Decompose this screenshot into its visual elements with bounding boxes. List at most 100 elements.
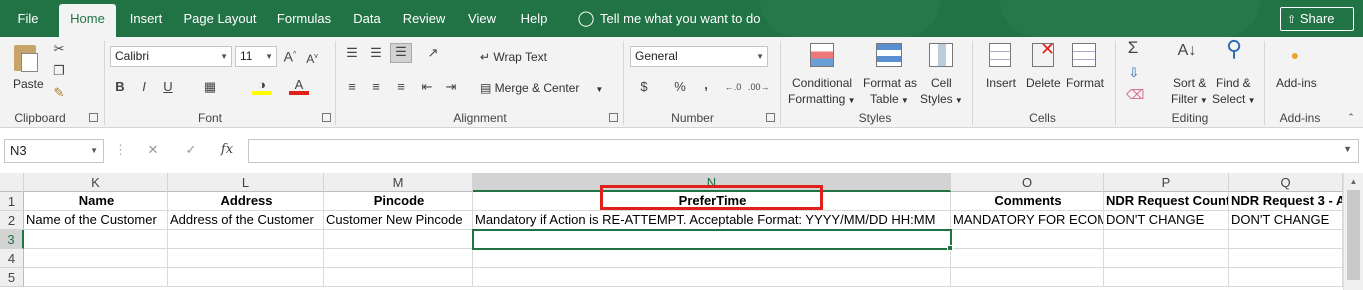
enter-check-icon[interactable]: ✓ <box>182 142 200 158</box>
find-select-label-1[interactable]: Find & <box>1216 76 1251 90</box>
cell-o2[interactable]: MANDATORY FOR ECOM <box>951 211 1104 230</box>
decrease-decimal-icon[interactable]: .00→ <box>748 79 770 95</box>
wrap-text-button[interactable]: ↵ Wrap Text <box>480 50 547 64</box>
share-button[interactable]: ⇧ Share <box>1280 7 1354 31</box>
cell-styles-label-1[interactable]: Cell <box>931 76 952 90</box>
format-cells-icon[interactable] <box>1070 41 1100 71</box>
tab-page-layout[interactable]: Page Layout <box>180 0 260 37</box>
conditional-formatting-icon[interactable] <box>808 41 838 71</box>
tab-file[interactable]: File <box>8 0 48 37</box>
find-select-label-2[interactable]: Select ▼ <box>1212 92 1256 106</box>
cell-n4[interactable] <box>473 249 951 268</box>
borders-icon[interactable]: ▦ <box>200 79 220 95</box>
cell-p2[interactable]: DON'T CHANGE <box>1104 211 1229 230</box>
cell-m1[interactable]: Pincode <box>324 192 473 211</box>
sort-filter-label-1[interactable]: Sort & <box>1173 76 1206 90</box>
align-left-icon[interactable]: ≡ <box>343 79 361 95</box>
number-format-select[interactable]: General ▼ <box>630 46 768 67</box>
column-header-q[interactable]: Q <box>1229 173 1343 192</box>
tab-review[interactable]: Review <box>398 0 450 37</box>
paste-button[interactable]: Paste <box>13 77 44 91</box>
add-ins-icon[interactable]: ● <box>1286 47 1304 63</box>
select-all-corner[interactable] <box>0 173 24 192</box>
cell-n2[interactable]: Mandatory if Action is RE-ATTEMPT. Accep… <box>473 211 951 230</box>
fill-icon[interactable]: ⇩ <box>1126 65 1142 81</box>
cell-k4[interactable] <box>24 249 168 268</box>
tab-help[interactable]: Help <box>514 0 554 37</box>
vertical-scrollbar[interactable]: ▲ <box>1343 173 1363 290</box>
format-button[interactable]: Format <box>1066 76 1104 90</box>
comma-button[interactable]: , <box>700 77 712 93</box>
row-header-3[interactable]: 3 <box>0 230 24 249</box>
font-name-select[interactable]: Calibri ▼ <box>110 46 232 67</box>
increase-decimal-icon[interactable]: ←.0 <box>724 79 742 95</box>
conditional-formatting-label-2[interactable]: Formatting ▼ <box>788 92 856 106</box>
delete-button[interactable]: Delete <box>1026 76 1061 90</box>
number-launcher-icon[interactable] <box>766 113 775 122</box>
align-middle-icon[interactable]: ☰ <box>367 45 385 61</box>
align-top-icon[interactable]: ☰ <box>343 45 361 61</box>
row-header-1[interactable]: 1 <box>0 192 24 211</box>
alignment-launcher-icon[interactable] <box>609 113 618 122</box>
cell-p4[interactable] <box>1104 249 1229 268</box>
cancel-icon[interactable]: ✕ <box>144 142 162 158</box>
align-right-icon[interactable]: ≡ <box>392 79 410 95</box>
delete-cells-icon[interactable]: ✕ <box>1030 39 1060 71</box>
cell-styles-icon[interactable] <box>927 41 957 71</box>
paste-icon[interactable] <box>12 43 42 73</box>
insert-button[interactable]: Insert <box>986 76 1016 90</box>
cell-l2[interactable]: Address of the Customer <box>168 211 324 230</box>
cell-p1[interactable]: NDR Request Count <box>1104 192 1229 211</box>
insert-cells-icon[interactable] <box>987 41 1017 71</box>
row-header-2[interactable]: 2 <box>0 211 24 230</box>
format-painter-icon[interactable]: ✎ <box>50 85 68 101</box>
scrollbar-thumb[interactable] <box>1347 190 1360 280</box>
formula-input[interactable]: ▼ <box>248 139 1359 163</box>
clipboard-launcher-icon[interactable] <box>89 113 98 122</box>
sort-filter-icon[interactable]: A↓ <box>1173 43 1201 59</box>
cell-o4[interactable] <box>951 249 1104 268</box>
insert-function-button[interactable]: fx <box>218 142 236 158</box>
column-header-p[interactable]: P <box>1104 173 1229 192</box>
cell-q4[interactable] <box>1229 249 1343 268</box>
column-header-m[interactable]: M <box>324 173 473 192</box>
cell-o1[interactable]: Comments <box>951 192 1104 211</box>
cell-n5[interactable] <box>473 268 951 287</box>
cell-q5[interactable] <box>1229 268 1343 287</box>
cell-p5[interactable] <box>1104 268 1229 287</box>
decrease-indent-icon[interactable]: ⇤ <box>418 79 436 95</box>
tab-data[interactable]: Data <box>348 0 386 37</box>
tell-me-search[interactable]: Tell me what you want to do <box>600 0 765 37</box>
align-bottom-icon[interactable]: ☰ <box>390 43 412 63</box>
cell-l1[interactable]: Address <box>168 192 324 211</box>
decrease-font-icon[interactable]: Av <box>302 49 322 67</box>
fill-color-icon[interactable]: ◑ <box>252 77 272 95</box>
cell-k5[interactable] <box>24 268 168 287</box>
tab-view[interactable]: View <box>462 0 502 37</box>
cell-styles-label-2[interactable]: Styles ▼ <box>920 92 963 106</box>
cut-icon[interactable]: ✂ <box>50 41 68 57</box>
orientation-icon[interactable]: ↗ <box>418 45 448 61</box>
font-color-icon[interactable]: A <box>289 77 309 95</box>
percent-button[interactable]: % <box>672 79 688 95</box>
copy-icon[interactable]: ❐ <box>50 63 68 79</box>
row-header-5[interactable]: 5 <box>0 268 24 287</box>
cell-q2[interactable]: DON'T CHANGE <box>1229 211 1343 230</box>
scroll-up-icon[interactable]: ▲ <box>1344 177 1363 186</box>
row-header-4[interactable]: 4 <box>0 249 24 268</box>
sort-filter-label-2[interactable]: Filter ▼ <box>1171 92 1208 106</box>
clear-icon[interactable]: ⌫ <box>1126 87 1144 103</box>
column-header-k[interactable]: K <box>24 173 168 192</box>
currency-button[interactable]: $ <box>634 79 654 95</box>
cell-k2[interactable]: Name of the Customer <box>24 211 168 230</box>
font-size-select[interactable]: 11 ▼ <box>235 46 277 67</box>
cell-m5[interactable] <box>324 268 473 287</box>
increase-font-icon[interactable]: A^ <box>280 47 300 65</box>
fill-handle[interactable] <box>947 245 953 251</box>
autosum-icon[interactable]: Σ <box>1124 39 1142 56</box>
cell-m3[interactable] <box>324 230 473 249</box>
cell-l4[interactable] <box>168 249 324 268</box>
increase-indent-icon[interactable]: ⇥ <box>442 79 460 95</box>
conditional-formatting-label-1[interactable]: Conditional <box>792 76 852 90</box>
add-ins-button[interactable]: Add-ins <box>1276 76 1317 90</box>
